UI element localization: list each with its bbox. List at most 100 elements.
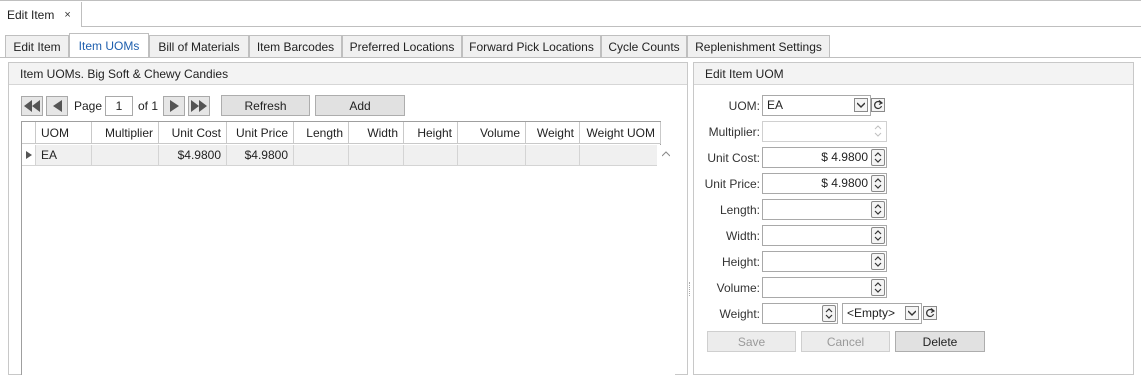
weight-input[interactable] [762,303,838,324]
save-button[interactable]: Save [707,331,796,352]
multiplier-label: Multiplier: [708,125,760,139]
width-input[interactable] [762,225,887,246]
tab-label: Preferred Locations [349,39,455,54]
cell-length[interactable] [294,145,349,166]
column-header-unit-price[interactable]: Unit Price [227,122,294,144]
tab-forward-pick-locations[interactable]: Forward Pick Locations [462,35,601,57]
double-right-arrow-icon [191,100,207,112]
cell-uom[interactable]: EA [36,145,92,166]
length-input[interactable] [762,199,887,220]
weight-label: Weight: [719,307,760,321]
dropdown-button[interactable] [854,98,868,112]
column-header-height[interactable]: Height [404,122,458,144]
previous-page-button[interactable] [46,96,68,116]
refresh-button[interactable]: Refresh [221,95,310,116]
length-label: Length: [719,203,760,217]
left-arrow-icon [52,100,62,112]
tab-cycle-counts[interactable]: Cycle Counts [601,35,687,57]
close-icon[interactable]: × [64,9,70,21]
column-header-weight-uom[interactable]: Weight UOM [580,122,661,144]
page-number-input[interactable]: 1 [105,96,133,116]
uom-refresh-button[interactable] [871,98,885,112]
tab-preferred-locations[interactable]: Preferred Locations [342,35,462,57]
next-page-button[interactable] [163,96,185,116]
uom-value: EA [767,98,784,112]
spinner-icon [874,230,882,241]
panel-splitter[interactable] [689,282,691,296]
weight-uom-select[interactable]: <Empty> [842,303,922,324]
unit-price-value: $ 4.9800 [821,176,868,190]
spinner-icon [874,256,882,267]
weight-spinner[interactable] [822,305,836,322]
delete-button[interactable]: Delete [895,331,985,352]
volume-label: Volume: [716,281,760,295]
uom-select[interactable]: EA [762,95,871,116]
volume-spinner[interactable] [871,279,885,296]
weight-uom-refresh-button[interactable] [923,306,937,320]
cell-unit-cost[interactable]: $4.9800 [159,145,227,166]
dropdown-button[interactable] [905,306,919,320]
column-header-width[interactable]: Width [349,122,404,144]
add-button[interactable]: Add [315,95,405,116]
cell-volume[interactable] [458,145,526,166]
row-indicator[interactable] [22,145,36,166]
weight-uom-value: <Empty> [847,306,896,320]
document-tab-strip [0,0,1141,27]
height-label: Height: [721,255,760,269]
unit-cost-spinner[interactable] [871,149,885,166]
tab-item-barcodes[interactable]: Item Barcodes [249,35,342,57]
tab-label: Bill of Materials [158,39,240,54]
tab-divider [0,57,1141,58]
right-arrow-icon [169,100,179,112]
height-input[interactable] [762,251,887,272]
volume-input[interactable] [762,277,887,298]
cell-width[interactable] [349,145,404,166]
cell-multiplier[interactable] [92,145,159,166]
tab-label: Edit Item [13,39,61,54]
column-header-unit-cost[interactable]: Unit Cost [159,122,227,144]
multiplier-input[interactable] [762,121,887,142]
item-tab-bar: Edit Item Item UOMs Bill of Materials It… [0,27,1141,58]
spinner-icon [874,125,882,137]
width-label: Width: [725,229,760,243]
grid-vertical-scrollbar[interactable] [657,145,675,376]
column-header-length[interactable]: Length [294,122,349,144]
tab-item-uoms[interactable]: Item UOMs [69,33,149,58]
column-header-volume[interactable]: Volume [458,122,526,144]
last-page-button[interactable] [188,96,210,116]
uom-label: UOM: [728,99,760,113]
cell-unit-price[interactable]: $4.9800 [227,145,294,166]
width-spinner[interactable] [871,227,885,244]
cell-weight[interactable] [526,145,580,166]
spinner-icon [874,204,882,215]
length-spinner[interactable] [871,201,885,218]
unit-price-input[interactable]: $ 4.9800 [762,173,887,194]
column-header-multiplier[interactable]: Multiplier [92,122,159,144]
first-page-button[interactable] [21,96,43,116]
unit-cost-input[interactable]: $ 4.9800 [762,147,887,168]
row-header-corner [22,122,36,144]
unit-price-spinner[interactable] [871,175,885,192]
tab-edit-item[interactable]: Edit Item [5,35,69,57]
tab-label: Item UOMs [78,39,140,53]
tab-label: Forward Pick Locations [469,39,594,54]
unit-cost-value: $ 4.9800 [821,150,868,164]
double-left-arrow-icon [24,100,40,112]
cell-height[interactable] [404,145,458,166]
unit-cost-label: Unit Cost: [707,151,760,165]
cell-weight-uom[interactable] [580,145,661,166]
spinner-icon [874,152,882,163]
column-header-uom[interactable]: UOM [36,122,92,144]
uom-grid: UOM Multiplier Unit Cost Unit Price Leng… [21,121,675,376]
spinner-icon [874,178,882,189]
chevron-down-icon [908,310,916,316]
spinner-icon [874,282,882,293]
unit-price-label: Unit Price: [704,177,760,191]
chevron-up-icon[interactable] [662,151,670,157]
tab-bill-of-materials[interactable]: Bill of Materials [149,35,249,57]
document-tab-edit-item[interactable]: Edit Item × [0,2,82,27]
column-header-weight[interactable]: Weight [526,122,580,144]
tab-replenishment-settings[interactable]: Replenishment Settings [687,35,830,57]
height-spinner[interactable] [871,253,885,270]
cancel-button[interactable]: Cancel [801,331,890,352]
